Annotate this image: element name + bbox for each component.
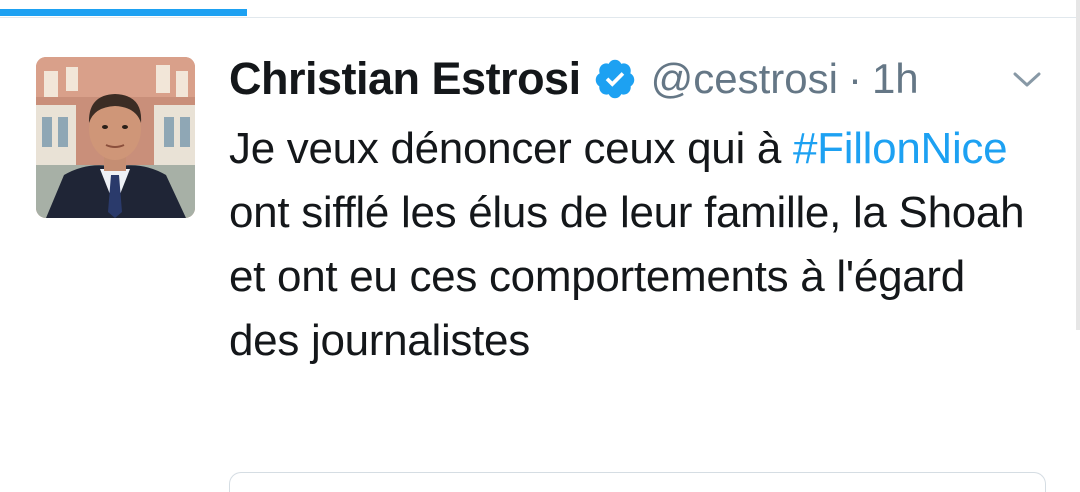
hashtag-link[interactable]: #FillonNice [793,124,1008,173]
loading-progress-bar [0,0,1080,18]
separator-dot: · [847,55,862,102]
scrollbar[interactable] [1076,0,1080,330]
tweet-text-part-2: ont sifflé les élus de leur famille, la … [229,188,1025,365]
tweet-screen: Christian Estrosi @cestrosi · 1h Je veux… [0,0,1080,492]
tweet-text-part-1: Je veux dénoncer ceux qui à [229,124,793,173]
tweet-text: Je veux dénoncer ceux qui à #FillonNice … [229,117,1044,373]
loading-progress-fill [0,9,248,16]
tweet-timestamp[interactable]: 1h [872,55,919,103]
avatar[interactable] [36,57,195,218]
verified-badge-icon [593,57,637,101]
chevron-down-icon[interactable] [1012,70,1042,90]
author-handle[interactable]: @cestrosi [651,55,838,103]
link-card-preview[interactable] [229,472,1046,492]
author-name[interactable]: Christian Estrosi [229,53,581,105]
avatar-photo [36,57,195,218]
tweet-header: Christian Estrosi @cestrosi · 1h [229,50,919,108]
